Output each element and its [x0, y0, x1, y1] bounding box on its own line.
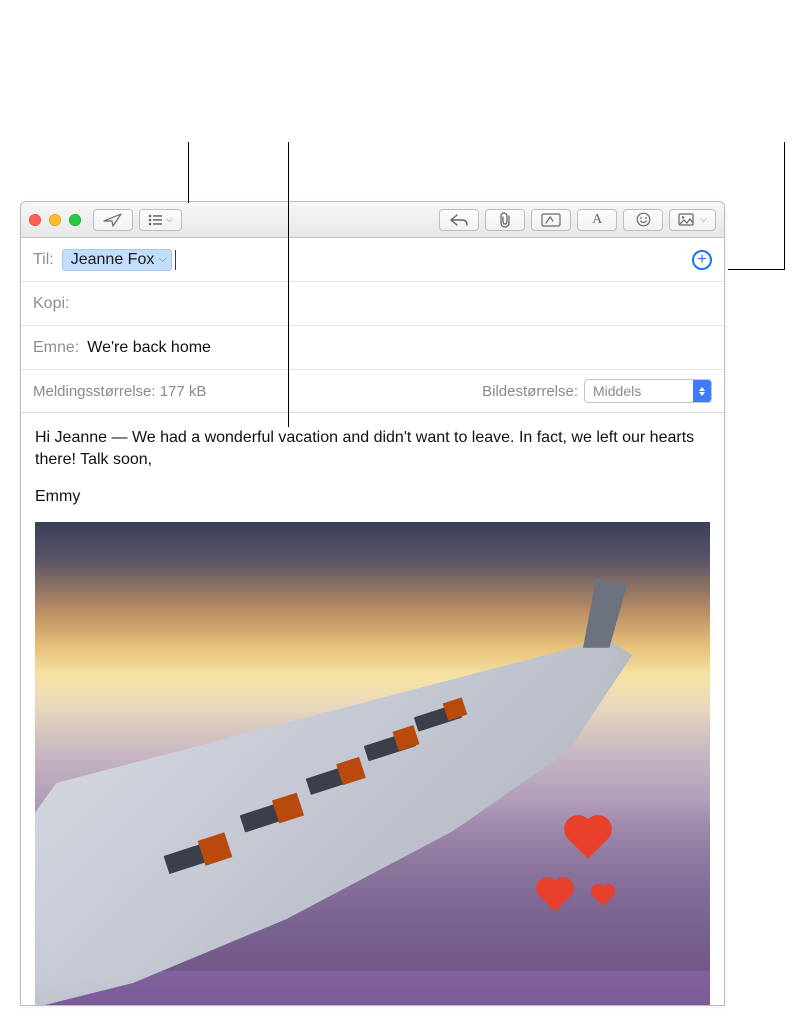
reply-icon [450, 214, 468, 226]
header-fields: Til: Jeanne Fox ⌵ + Kopi: Emne: We're ba… [21, 238, 724, 413]
reply-button[interactable] [439, 209, 479, 231]
callout-line [784, 142, 785, 269]
callout-line [288, 142, 289, 427]
list-icon [148, 214, 162, 226]
body-signature: Emmy [35, 486, 710, 508]
toolbar-left: ⌵ [93, 209, 182, 231]
chevron-down-icon: ⌵ [166, 214, 173, 225]
message-size-value: 177 kB [160, 383, 207, 400]
to-label: Til: [33, 251, 54, 269]
photo-browser-button[interactable]: ⌵ [669, 209, 716, 231]
send-icon [103, 213, 123, 227]
paperclip-icon [498, 212, 512, 228]
add-contact-button[interactable]: + [692, 250, 712, 270]
attach-button[interactable] [485, 209, 525, 231]
minimize-icon[interactable] [49, 214, 61, 226]
emoji-icon [636, 212, 651, 227]
message-meta-row: Meldingsstørrelse: 177 kB Bildestørrelse… [21, 370, 724, 412]
message-size: Meldingsstørrelse: 177 kB [33, 383, 206, 400]
stepper-icon [693, 380, 711, 402]
cc-label: Kopi: [33, 295, 69, 313]
send-button[interactable] [93, 209, 133, 231]
mail-compose-window: ⌵ A ⌵ T [20, 201, 725, 1006]
message-size-label: Meldingsstørrelse: [33, 383, 156, 400]
window-controls [29, 214, 81, 226]
subject-value: We're back home [87, 339, 211, 357]
titlebar: ⌵ A ⌵ [21, 202, 724, 238]
close-icon[interactable] [29, 214, 41, 226]
markup-button[interactable] [531, 209, 571, 231]
photos-icon [678, 213, 696, 226]
markup-icon [541, 213, 561, 227]
header-fields-button[interactable]: ⌵ [139, 209, 182, 231]
emoji-button[interactable] [623, 209, 663, 231]
format-button[interactable]: A [577, 209, 617, 231]
image-size-select[interactable]: Middels [584, 379, 712, 403]
to-field-row[interactable]: Til: Jeanne Fox ⌵ + [21, 238, 724, 282]
message-body[interactable]: Hi Jeanne — We had a wonderful vacation … [21, 413, 724, 1005]
subject-field-row[interactable]: Emne: We're back home [21, 326, 724, 370]
recipient-name: Jeanne Fox [71, 251, 155, 269]
inline-image-attachment[interactable] [35, 522, 710, 1005]
chevron-down-icon[interactable]: ⌵ [158, 253, 166, 266]
cc-field-row[interactable]: Kopi: [21, 282, 724, 326]
subject-label: Emne: [33, 339, 79, 357]
zoom-icon[interactable] [69, 214, 81, 226]
format-icon: A [592, 212, 602, 228]
image-size-value: Middels [593, 383, 693, 399]
chevron-down-icon: ⌵ [700, 214, 707, 225]
callout-line [728, 269, 785, 270]
image-size-label: Bildestørrelse: [482, 383, 578, 400]
toolbar-right: A ⌵ [439, 209, 716, 231]
callout-line [188, 142, 189, 203]
body-paragraph: Hi Jeanne — We had a wonderful vacation … [35, 427, 695, 470]
plus-icon: + [697, 252, 706, 268]
recipient-chip[interactable]: Jeanne Fox ⌵ [62, 249, 172, 271]
text-cursor [175, 250, 176, 270]
